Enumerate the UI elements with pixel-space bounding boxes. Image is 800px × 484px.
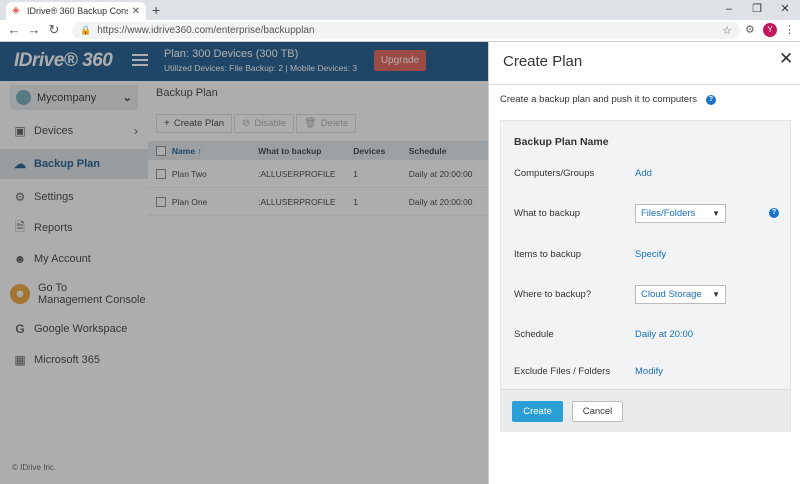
cancel-button[interactable]: Cancel [572, 401, 623, 422]
browser-tabstrip: ◈ IDrive® 360 Backup Console for ✕ + – ❐… [0, 0, 800, 20]
browser-tab[interactable]: ◈ IDrive® 360 Backup Console for ✕ [6, 2, 146, 20]
back-icon[interactable]: ← [6, 22, 22, 38]
panel-title: Create Plan [503, 53, 583, 70]
chevron-down-icon: ▼ [712, 209, 720, 218]
forward-icon[interactable]: → [26, 22, 42, 38]
exclude-label: Exclude Files / Folders [514, 366, 611, 377]
where-to-backup-label: Where to backup? [514, 289, 592, 300]
divider [489, 84, 800, 85]
tab-close-icon[interactable]: ✕ [132, 6, 140, 17]
tab-title: IDrive® 360 Backup Console for [27, 6, 128, 16]
extensions-icon[interactable]: ⚙ [745, 23, 755, 36]
form-footer: Create Cancel [501, 389, 790, 432]
chevron-down-icon: ▼ [712, 290, 720, 299]
profile-avatar[interactable]: Y [763, 23, 777, 37]
computers-label: Computers/Groups [514, 168, 595, 179]
help-icon[interactable]: ? [769, 208, 779, 218]
lock-icon: 🔒 [80, 25, 92, 35]
what-to-backup-label: What to backup [514, 208, 581, 219]
address-bar[interactable]: 🔒 https://www.idrive360.com/enterprise/b… [72, 22, 740, 39]
minimize-icon[interactable]: – [715, 0, 743, 20]
schedule-link[interactable]: Daily at 20:00 [635, 329, 693, 340]
where-to-backup-select[interactable]: Cloud Storage ▼ [635, 285, 726, 304]
close-icon[interactable]: ✕ [779, 50, 793, 67]
restore-icon[interactable]: ❐ [743, 0, 771, 20]
create-plan-panel: Create Plan ✕ Create a backup plan and p… [488, 42, 800, 484]
plan-form: Backup Plan Name Computers/Groups Add Wh… [500, 120, 791, 432]
browser-toolbar: ← → ↻ 🔒 https://www.idrive360.com/enterp… [0, 20, 800, 42]
browser-menu-icon[interactable]: ⋮ [784, 23, 795, 36]
plan-name-heading[interactable]: Backup Plan Name [514, 136, 609, 148]
modify-link[interactable]: Modify [635, 366, 663, 377]
schedule-label: Schedule [514, 329, 554, 340]
panel-description: Create a backup plan and push it to comp… [500, 94, 716, 105]
items-to-backup-label: Items to backup [514, 249, 582, 260]
what-to-backup-select[interactable]: Files/Folders ▼ [635, 204, 726, 223]
idrive-favicon-icon: ◈ [12, 5, 20, 16]
bookmark-star-icon[interactable]: ☆ [722, 24, 732, 37]
reload-icon[interactable]: ↻ [46, 22, 62, 38]
url-text: https://www.idrive360.com/enterprise/bac… [97, 25, 315, 36]
create-button[interactable]: Create [512, 401, 563, 422]
add-computers-link[interactable]: Add [635, 168, 652, 179]
help-icon[interactable]: ? [705, 94, 716, 105]
specify-link[interactable]: Specify [635, 249, 666, 260]
new-tab-icon[interactable]: + [152, 2, 160, 18]
modal-overlay[interactable] [0, 42, 488, 484]
window-close-icon[interactable]: ✕ [771, 0, 799, 20]
